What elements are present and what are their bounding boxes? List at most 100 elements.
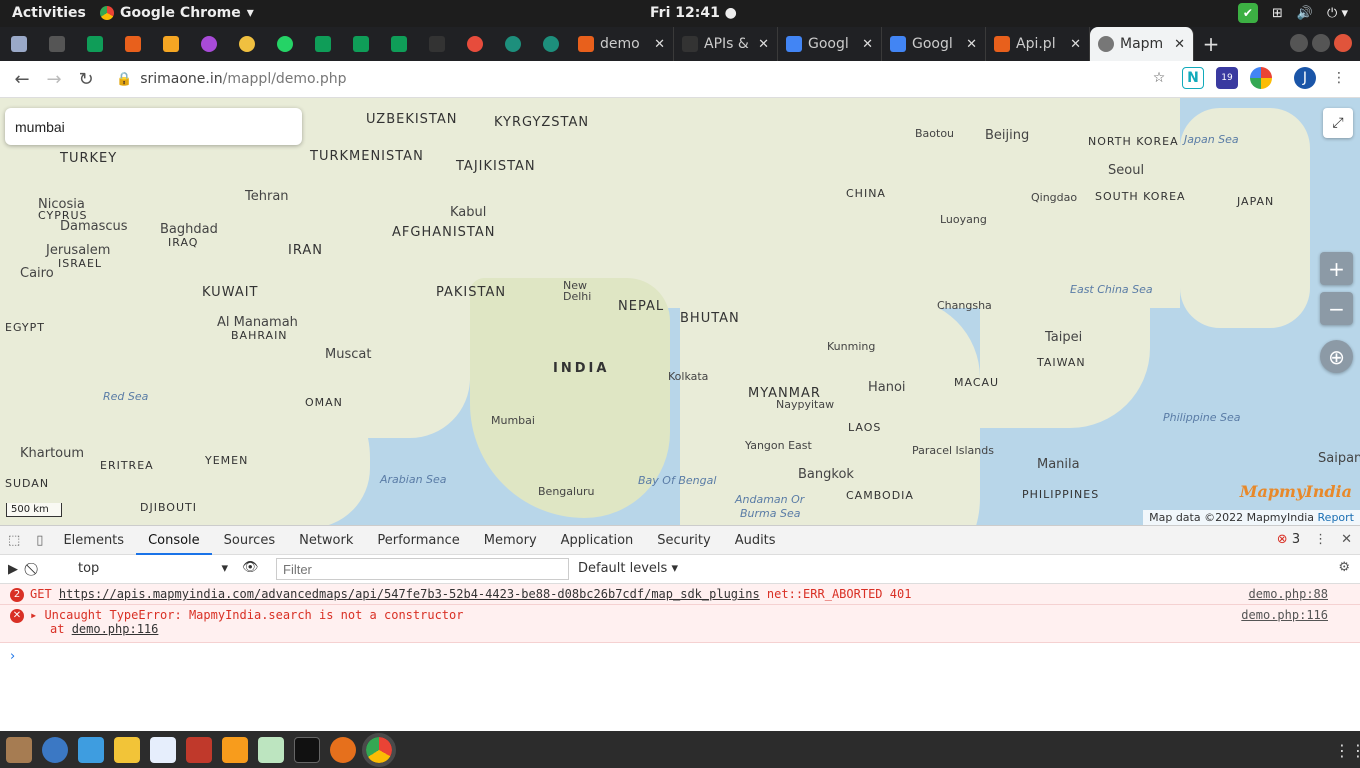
- close-icon[interactable]: ✕: [758, 37, 769, 52]
- devtools-tab[interactable]: Audits: [723, 526, 788, 555]
- source-link[interactable]: demo.php:116: [1241, 608, 1328, 622]
- error-url-link[interactable]: https://apis.mapmyindia.com/advancedmaps…: [59, 587, 760, 601]
- devtools-tab[interactable]: Sources: [212, 526, 287, 555]
- extension-badge-icon[interactable]: 19: [1216, 67, 1238, 89]
- pinned-tab[interactable]: [456, 27, 494, 61]
- pinned-tab[interactable]: [76, 27, 114, 61]
- device-toggle-icon[interactable]: ▯: [36, 533, 43, 548]
- stack-link[interactable]: demo.php:116: [72, 622, 159, 636]
- reload-icon[interactable]: ↻: [70, 69, 102, 90]
- zoom-out-button[interactable]: −: [1320, 292, 1353, 325]
- firefox-icon[interactable]: [330, 736, 356, 763]
- close-icon[interactable]: ✕: [1070, 37, 1081, 52]
- power-icon[interactable]: ⏻ ▾: [1327, 6, 1348, 21]
- log-levels-dropdown[interactable]: Default levels ▾: [578, 561, 678, 576]
- pinned-tab[interactable]: [0, 27, 38, 61]
- close-devtools-icon[interactable]: ✕: [1341, 532, 1352, 547]
- app-icon[interactable]: [114, 736, 140, 763]
- source-link[interactable]: demo.php:88: [1249, 587, 1328, 601]
- volume-icon[interactable]: 🔊: [1297, 6, 1313, 21]
- close-icon[interactable]: ✕: [1174, 37, 1185, 52]
- lock-icon[interactable]: 🔒: [116, 72, 132, 87]
- maximize-button[interactable]: [1312, 34, 1330, 52]
- document-icon[interactable]: [150, 736, 176, 763]
- pinned-tab[interactable]: [342, 27, 380, 61]
- devtools-tab[interactable]: Performance: [365, 526, 471, 555]
- forward-icon[interactable]: →: [38, 69, 70, 90]
- check-icon[interactable]: ✔: [1237, 3, 1258, 23]
- console-prompt[interactable]: ›: [0, 643, 1360, 670]
- map-label: KUWAIT: [202, 285, 259, 300]
- extension-n-icon[interactable]: N: [1182, 67, 1204, 89]
- menu-icon[interactable]: ⋮: [1328, 67, 1350, 89]
- system-tray[interactable]: ✔ ⊞ 🔊 ⏻ ▾: [1237, 3, 1348, 23]
- tab-active[interactable]: Mapm ✕: [1090, 27, 1194, 61]
- devtools-tab[interactable]: Security: [645, 526, 722, 555]
- activities-button[interactable]: Activities: [12, 5, 86, 21]
- devtools-tab-active[interactable]: Console: [136, 526, 212, 555]
- pinned-tab[interactable]: [380, 27, 418, 61]
- eye-icon[interactable]: 👁: [242, 560, 259, 575]
- locate-button[interactable]: ⊕: [1320, 340, 1353, 373]
- devtools-tab[interactable]: Elements: [51, 526, 136, 555]
- fullscreen-button[interactable]: ⤢: [1323, 108, 1353, 138]
- report-link[interactable]: Report: [1318, 511, 1354, 524]
- profile-avatar[interactable]: J: [1294, 67, 1316, 89]
- clock[interactable]: Fri 12:41 ●: [650, 5, 737, 21]
- pinned-tab[interactable]: [304, 27, 342, 61]
- pinned-tab[interactable]: [228, 27, 266, 61]
- devtools-tab[interactable]: Network: [287, 526, 365, 555]
- filezilla-icon[interactable]: [186, 736, 212, 763]
- tab[interactable]: demo ✕: [570, 27, 674, 61]
- pinned-tab[interactable]: [38, 27, 76, 61]
- zoom-in-button[interactable]: +: [1320, 252, 1353, 285]
- pinned-tab[interactable]: [418, 27, 456, 61]
- gear-icon[interactable]: ⚙: [1338, 560, 1350, 575]
- console-filter-input[interactable]: [276, 558, 569, 580]
- app-menu[interactable]: Google Chrome ▾: [100, 5, 254, 21]
- map-label: PAKISTAN: [436, 285, 507, 300]
- devtools-tab[interactable]: Application: [549, 526, 646, 555]
- map-canvas[interactable]: UZBEKISTAN KYRGYZSTAN TURKEY TURKMENISTA…: [0, 98, 1360, 525]
- back-icon[interactable]: ←: [6, 69, 38, 90]
- tab[interactable]: Api.pl ✕: [986, 27, 1090, 61]
- sidebar-toggle-icon[interactable]: ▶: [8, 562, 18, 577]
- pinned-tab[interactable]: [114, 27, 152, 61]
- close-window-button[interactable]: [1334, 34, 1352, 52]
- extension-color-icon[interactable]: [1250, 67, 1272, 89]
- context-selector[interactable]: top ▾: [78, 561, 228, 576]
- tab[interactable]: Googl ✕: [778, 27, 882, 61]
- tab[interactable]: Googl ✕: [882, 27, 986, 61]
- pinned-tab[interactable]: [494, 27, 532, 61]
- map-label: Changsha: [937, 299, 992, 312]
- spreadsheet-icon[interactable]: [258, 736, 284, 763]
- close-icon[interactable]: ✕: [966, 37, 977, 52]
- pinned-tab[interactable]: [190, 27, 228, 61]
- inspect-icon[interactable]: ⬚: [8, 533, 20, 548]
- pinned-tab[interactable]: [532, 27, 570, 61]
- network-icon[interactable]: ⊞: [1272, 6, 1283, 21]
- terminal-icon[interactable]: [294, 736, 320, 763]
- address-bar[interactable]: srimaone.in/mappl/demo.php: [140, 71, 346, 87]
- app-icon[interactable]: [42, 736, 68, 763]
- land-seasia: [680, 298, 980, 525]
- more-icon[interactable]: ⋮: [1314, 532, 1327, 547]
- pinned-tab[interactable]: [152, 27, 190, 61]
- star-icon[interactable]: ☆: [1148, 67, 1170, 89]
- minimize-button[interactable]: [1290, 34, 1308, 52]
- tab[interactable]: APIs & ✕: [674, 27, 778, 61]
- close-icon[interactable]: ✕: [862, 37, 873, 52]
- app-grid-icon[interactable]: ⋮⋮: [1334, 741, 1360, 760]
- chrome-icon[interactable]: [362, 732, 396, 767]
- files-icon[interactable]: [6, 736, 32, 763]
- close-icon[interactable]: ✕: [654, 37, 665, 52]
- devtools-tab[interactable]: Memory: [472, 526, 549, 555]
- pinned-tab[interactable]: [266, 27, 304, 61]
- new-tab-button[interactable]: +: [1194, 32, 1228, 56]
- error-count-badge[interactable]: ⊗ 3: [1277, 532, 1300, 547]
- sublime-icon[interactable]: [222, 736, 248, 763]
- app-icon[interactable]: [78, 736, 104, 763]
- map-search-input[interactable]: [5, 108, 302, 145]
- map-label: BAHRAIN: [231, 329, 288, 342]
- map-label: CHINA: [846, 187, 886, 200]
